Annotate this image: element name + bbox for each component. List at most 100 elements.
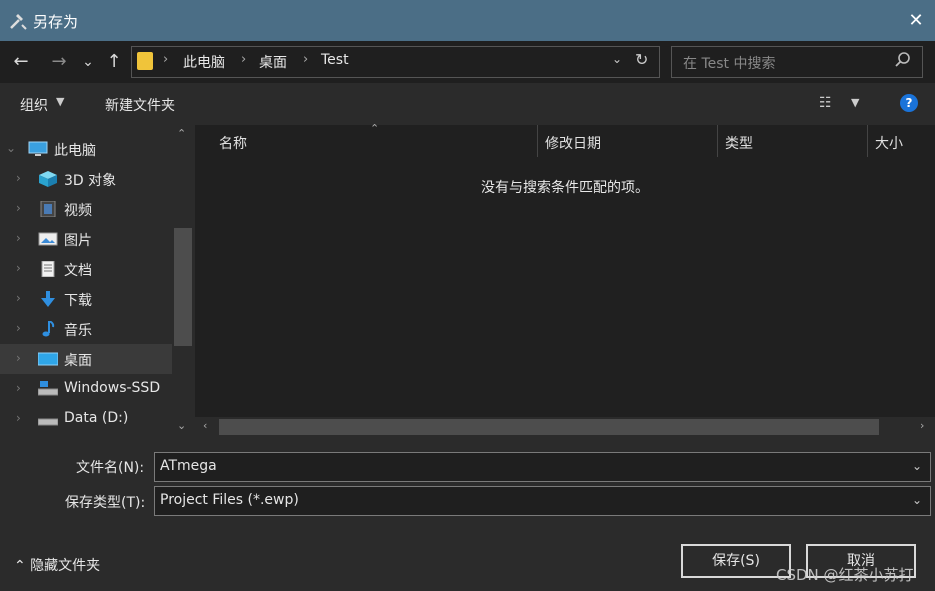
save-button[interactable]: 保存(S) [681,544,791,578]
address-dropdown-icon[interactable]: ⌄ [612,52,622,66]
filetype-value[interactable]: Project Files (*.ewp) [160,492,299,508]
sidebar-item-label: Data (D:) [64,410,129,426]
window-title: 另存为 [33,13,79,31]
forward-button[interactable]: → [47,50,71,74]
sidebar-item-label: 桌面 [64,353,92,369]
sidebar-item-documents[interactable]: › 文档 [0,254,172,284]
sort-ascending-icon: ⌃ [370,122,380,135]
computer-icon [28,141,48,156]
scrollbar-thumb[interactable] [174,228,192,346]
desktop-icon [38,352,58,366]
sidebar-item-pictures[interactable]: › 图片 [0,224,172,254]
breadcrumb-separator: › [303,52,309,67]
document-icon [41,261,55,277]
drive-icon [38,418,58,426]
view-options-icon[interactable]: ☷ [819,95,832,111]
column-divider[interactable] [867,125,868,157]
up-button[interactable]: ↑ [102,50,126,74]
help-icon[interactable]: ? [900,94,918,112]
breadcrumb-separator: › [163,52,169,67]
search-box[interactable]: 在 Test 中搜索 [671,46,923,78]
sidebar-item-label: 下载 [64,293,92,309]
scroll-down-icon[interactable]: ⌄ [177,419,186,432]
column-header-name[interactable]: 名称 [219,133,247,153]
chevron-right-icon[interactable]: › [16,171,21,185]
scroll-right-icon[interactable]: › [920,419,924,432]
sidebar-item-label: 视频 [64,203,92,219]
column-divider[interactable] [717,125,718,157]
sidebar-item-3d-objects[interactable]: › 3D 对象 [0,164,172,194]
breadcrumb-desktop[interactable]: 桌面 [259,52,287,72]
drive-icon [38,381,58,396]
sidebar-item-label: 图片 [64,233,92,249]
download-icon [41,291,55,307]
recent-locations-button[interactable]: ⌄ [76,50,100,74]
title-bar: 另存为 ✕ [0,0,935,41]
filename-input[interactable]: ATmega ⌄ [154,452,931,482]
horizontal-scrollbar[interactable]: ‹ › [195,417,935,437]
navigation-bar: ← → ⌄ ↑ › 此电脑 › 桌面 › Test ⌄ ↻ 在 Test 中搜索 [0,41,935,83]
empty-results-message: 没有与搜索条件匹配的项。 [481,180,649,196]
column-header-size[interactable]: 大小 [875,133,903,153]
sidebar-item-music[interactable]: › 音乐 [0,314,172,344]
search-icon[interactable] [894,51,912,69]
column-divider[interactable] [537,125,538,157]
filename-label: 文件名(N): [76,460,145,476]
chevron-down-icon[interactable]: ⌄ [6,141,16,155]
toolbar: 组织 ▼ 新建文件夹 ☷ ▼ ? [0,83,935,125]
breadcrumb-this-pc[interactable]: 此电脑 [183,52,225,72]
picture-icon [38,232,58,246]
cube-icon [39,171,57,187]
sidebar-item-desktop[interactable]: › 桌面 [0,344,172,374]
filetype-select[interactable]: Project Files (*.ewp) ⌄ [154,486,931,516]
sidebar-item-videos[interactable]: › 视频 [0,194,172,224]
chevron-right-icon[interactable]: › [16,291,21,305]
file-list: ⌃ 名称 修改日期 类型 大小 没有与搜索条件匹配的项。 ‹ › [195,122,935,437]
sidebar-item-label: 3D 对象 [64,173,117,189]
filetype-label: 保存类型(T): [65,495,146,511]
sidebar-item-label: 此电脑 [54,143,96,159]
chevron-down-icon[interactable]: ▼ [56,95,64,108]
sidebar-item-data-d[interactable]: › Data (D:) [0,404,172,434]
address-bar[interactable]: › 此电脑 › 桌面 › Test ⌄ ↻ [131,46,660,78]
new-folder-button[interactable]: 新建文件夹 [105,95,175,115]
chevron-right-icon[interactable]: › [16,201,21,215]
chevron-down-icon[interactable]: ▼ [851,96,859,109]
breadcrumb-separator: › [241,52,247,67]
tools-icon [10,14,27,30]
breadcrumb-test[interactable]: Test [321,52,349,68]
save-form: 文件名(N): ATmega ⌄ 保存类型(T): Project Files … [0,437,935,591]
hide-folders-button[interactable]: ⌃ 隐藏文件夹 [14,555,100,575]
chevron-right-icon[interactable]: › [16,261,21,275]
sidebar-item-label: 音乐 [64,323,92,339]
chevron-right-icon[interactable]: › [16,321,21,335]
scroll-left-icon[interactable]: ‹ [203,419,207,432]
column-header-type[interactable]: 类型 [725,133,753,153]
music-icon [42,321,55,337]
chevron-down-icon[interactable]: ⌄ [912,493,922,507]
video-icon [40,201,56,217]
column-header-date-modified[interactable]: 修改日期 [545,133,601,153]
search-placeholder[interactable]: 在 Test 中搜索 [683,53,775,73]
chevron-right-icon[interactable]: › [16,381,21,395]
refresh-icon[interactable]: ↻ [635,50,648,69]
filename-value[interactable]: ATmega [160,458,217,474]
folder-icon [137,52,153,70]
watermark: CSDN @红茶小苏打 [776,566,914,584]
sidebar-item-this-pc[interactable]: ⌄ 此电脑 [0,134,172,164]
sidebar-item-label: 文档 [64,263,92,279]
navigation-pane: ⌄ 此电脑 › 3D 对象 › 视频 › 图片 › 文档 › 下载 › 音乐 ›… [0,125,195,437]
organize-button[interactable]: 组织 [20,95,48,115]
chevron-right-icon[interactable]: › [16,351,21,365]
chevron-down-icon[interactable]: ⌄ [912,459,922,473]
sidebar-scrollbar[interactable]: ⌃ ⌄ [173,125,193,437]
back-button[interactable]: ← [9,50,33,74]
chevron-right-icon[interactable]: › [16,231,21,245]
close-button[interactable]: ✕ [906,11,926,31]
sidebar-item-windows-ssd[interactable]: › Windows-SSD [0,374,172,404]
sidebar-item-label: Windows-SSD [64,380,161,396]
chevron-right-icon[interactable]: › [16,411,21,425]
scroll-up-icon[interactable]: ⌃ [177,127,186,140]
scrollbar-thumb[interactable] [219,419,879,435]
sidebar-item-downloads[interactable]: › 下载 [0,284,172,314]
